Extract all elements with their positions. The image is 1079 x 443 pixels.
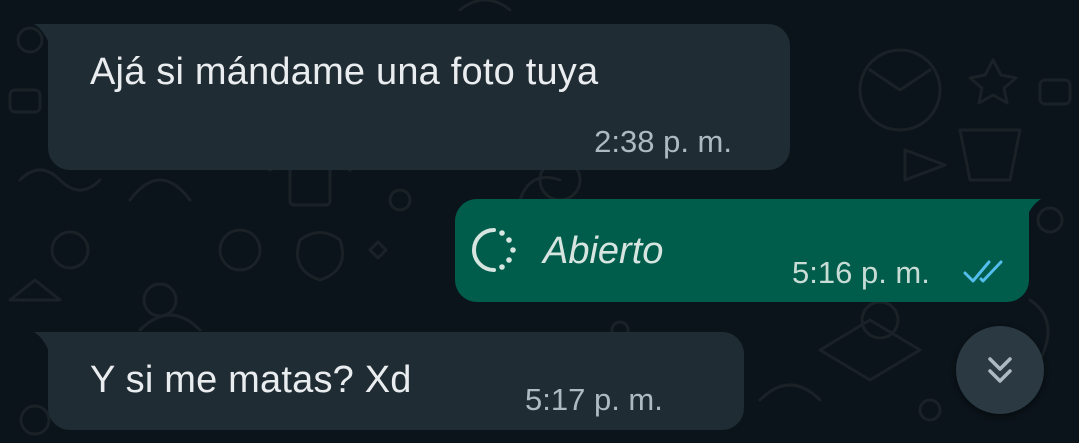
double-check-read-icon	[963, 260, 1003, 283]
bubble-tail	[1011, 199, 1041, 221]
message-bubble-incoming[interactable]: Y si me matas? Xd 5:17 p. m.	[34, 332, 744, 430]
message-status-text: Abierto	[543, 230, 664, 272]
message-text: Y si me matas? Xd	[90, 359, 412, 401]
message-timestamp: 2:38 p. m.	[594, 124, 732, 159]
view-once-opened-icon	[472, 228, 516, 272]
message-text: Ajá si mándame una foto tuya	[90, 51, 599, 93]
double-chevron-down-icon	[988, 357, 1012, 383]
message-bubble-incoming[interactable]: Ajá si mándame una foto tuya 2:38 p. m.	[34, 24, 790, 170]
bubble-tail	[34, 332, 64, 354]
message-timestamp: 5:16 p. m.	[792, 255, 930, 290]
bubble-tail	[34, 24, 64, 46]
scroll-to-bottom-button[interactable]	[956, 326, 1044, 414]
message-timestamp: 5:17 p. m.	[525, 382, 663, 417]
message-bubble-outgoing[interactable]: Abierto 5:16 p. m.	[455, 199, 1041, 302]
